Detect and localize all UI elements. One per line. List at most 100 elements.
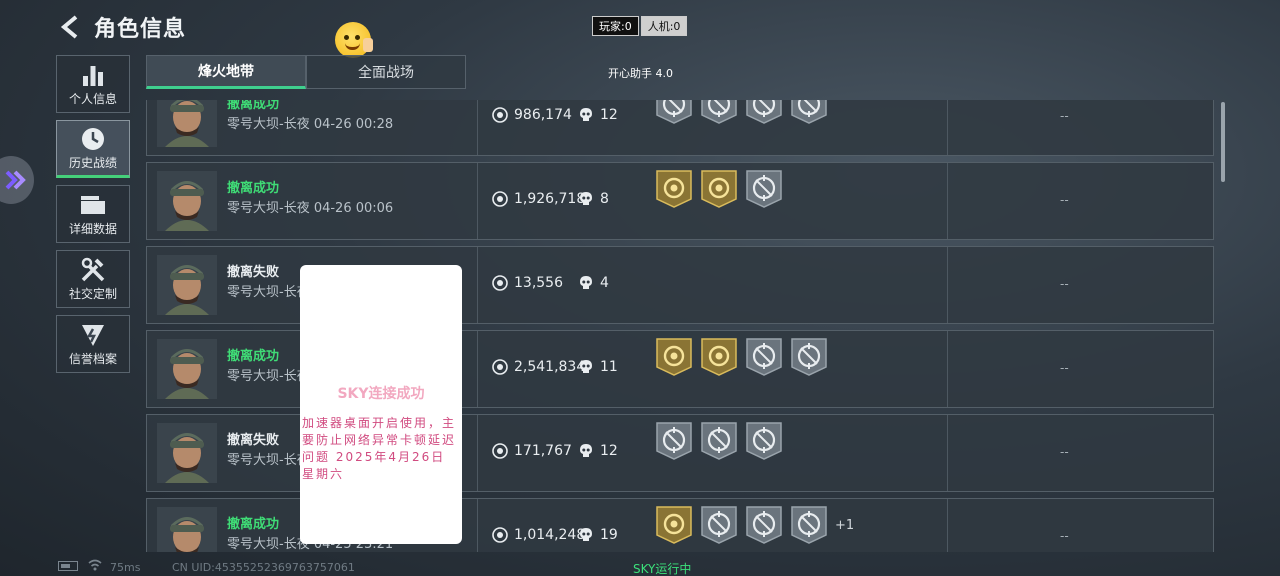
sidebar: 个人信息 历史战绩 详细数据 社交定制 信誉档案 [56,55,130,380]
sidebar-item-label: 信誉档案 [68,351,117,366]
match-note: -- [1060,277,1069,291]
scrollbar[interactable] [1221,102,1225,182]
kill-count-text: 11 [600,359,618,375]
loot-value-text: 2,541,834 [514,359,586,375]
tab-full-battlefield[interactable]: 全面战场 [306,55,466,89]
silver-achievement-badge-icon[interactable] [790,505,828,545]
sidebar-item-label: 个人信息 [68,91,117,106]
match-note: -- [1060,361,1069,375]
map-and-time: 零号大坝-长夜 [227,285,310,300]
skull-icon [579,275,593,291]
badge-group: +1 [655,505,854,545]
divider [477,247,478,323]
bot-count: 人机:0 [640,16,688,36]
gold-achievement-badge-icon[interactable] [655,505,693,545]
kill-count: 12 [579,443,618,459]
kill-count: 19 [579,527,618,543]
operator-avatar [157,507,217,552]
skull-icon [579,107,593,123]
divider [947,163,948,239]
loot-value: 1,014,248 [492,527,585,543]
emoji-sticker-icon [335,22,373,58]
sidebar-item-details[interactable]: 详细数据 [56,185,130,243]
loot-value-text: 986,174 [514,107,572,123]
status-bar: 75ms CN UID:453552523697637570​61 SKY运行中 [0,556,1280,576]
silver-achievement-badge-icon[interactable] [790,337,828,377]
bar-chart-icon [83,65,103,86]
map-and-time: 零号大坝-长夜 04-26 00:06 [227,201,394,216]
header: 角色信息 [56,10,186,44]
kill-count-text: 4 [600,275,609,291]
silver-achievement-badge-icon[interactable] [655,421,693,461]
loot-value: 1,926,718 [492,191,585,207]
player-count: 玩家:0 [592,16,639,36]
map-and-time: 零号大坝-长夜 04-26 00:28 [227,117,394,132]
user-uid: CN UID:453552523697637570​61 [172,561,355,574]
connection-toast: SKY连接成功 加速器桌面开启使用，主要防止网络异常卡顿延迟问题 2025年4月… [300,265,462,544]
loot-value: 986,174 [492,107,572,123]
badge-group [655,169,790,209]
sidebar-item-history[interactable]: 历史战绩 [56,120,130,178]
gold-achievement-badge-icon[interactable] [700,169,738,209]
coin-icon [492,527,508,543]
sky-status: SKY运行中 [633,562,692,576]
silver-achievement-badge-icon[interactable] [700,100,738,125]
map-and-time: 零号大坝-长夜 [227,453,310,468]
mode-tabs: 烽火地带 全面战场 [146,55,466,89]
skull-icon [579,443,593,459]
kill-count: 4 [579,275,609,291]
coin-icon [492,275,508,291]
kill-count: 8 [579,191,609,207]
silver-achievement-badge-icon[interactable] [745,505,783,545]
silver-achievement-badge-icon[interactable] [745,169,783,209]
gold-achievement-badge-icon[interactable] [700,337,738,377]
extraction-status: 撤离失败 [227,265,280,280]
sidebar-item-reputation[interactable]: 信誉档案 [56,315,130,373]
coin-icon [492,443,508,459]
silver-achievement-badge-icon[interactable] [700,505,738,545]
match-note: -- [1060,529,1069,543]
silver-achievement-badge-icon[interactable] [745,337,783,377]
assistant-version: 开心助手 4.0 [608,67,673,80]
coin-icon [492,191,508,207]
match-note: -- [1060,109,1069,123]
skull-icon [579,359,593,375]
toast-message: 加速器桌面开启使用，主要防止网络异常卡顿延迟问题 2025年4月26日 星期六 [302,416,457,481]
silver-achievement-badge-icon[interactable] [745,100,783,125]
silver-achievement-badge-icon[interactable] [790,100,828,125]
toast-title: SKY连接成功 [337,386,425,402]
map-and-time: 零号大坝-长夜 [227,369,310,384]
sidebar-item-social[interactable]: 社交定制 [56,250,130,308]
loot-value-text: 171,767 [514,443,572,459]
divider [477,415,478,491]
gold-achievement-badge-icon[interactable] [655,337,693,377]
coin-icon [492,359,508,375]
loot-value-text: 13,556 [514,275,563,291]
extraction-status: 撤离成功 [227,100,280,112]
sidebar-item-label: 社交定制 [68,286,117,301]
loot-value: 2,541,834 [492,359,585,375]
wifi-icon [88,559,102,571]
skull-icon [579,191,593,207]
floating-expand-button[interactable] [0,156,34,204]
extraction-status: 撤离成功 [227,181,280,196]
kill-count-text: 12 [600,107,618,123]
match-note: -- [1060,193,1069,207]
silver-achievement-badge-icon[interactable] [655,100,693,125]
gold-achievement-badge-icon[interactable] [655,169,693,209]
match-row[interactable]: 撤离成功 零号大坝-长夜 04-26 00:06 1,926,718 8 -- [146,162,1214,240]
silver-achievement-badge-icon[interactable] [745,421,783,461]
extraction-status: 撤离失败 [227,433,280,448]
silver-achievement-badge-icon[interactable] [700,421,738,461]
match-row[interactable]: 撤离成功 零号大坝-长夜 04-26 00:28 986,174 12 -- [146,100,1214,156]
operator-avatar [157,171,217,231]
back-button[interactable] [56,12,86,42]
kill-count-text: 8 [600,191,609,207]
divider [477,499,478,552]
ping-value: 75ms [110,561,141,574]
back-arrow-icon [60,15,78,39]
folder-icon [81,195,105,214]
tab-beacon-zone[interactable]: 烽火地带 [146,55,306,89]
sidebar-item-profile[interactable]: 个人信息 [56,55,130,113]
more-badges-count[interactable]: +1 [835,518,854,533]
